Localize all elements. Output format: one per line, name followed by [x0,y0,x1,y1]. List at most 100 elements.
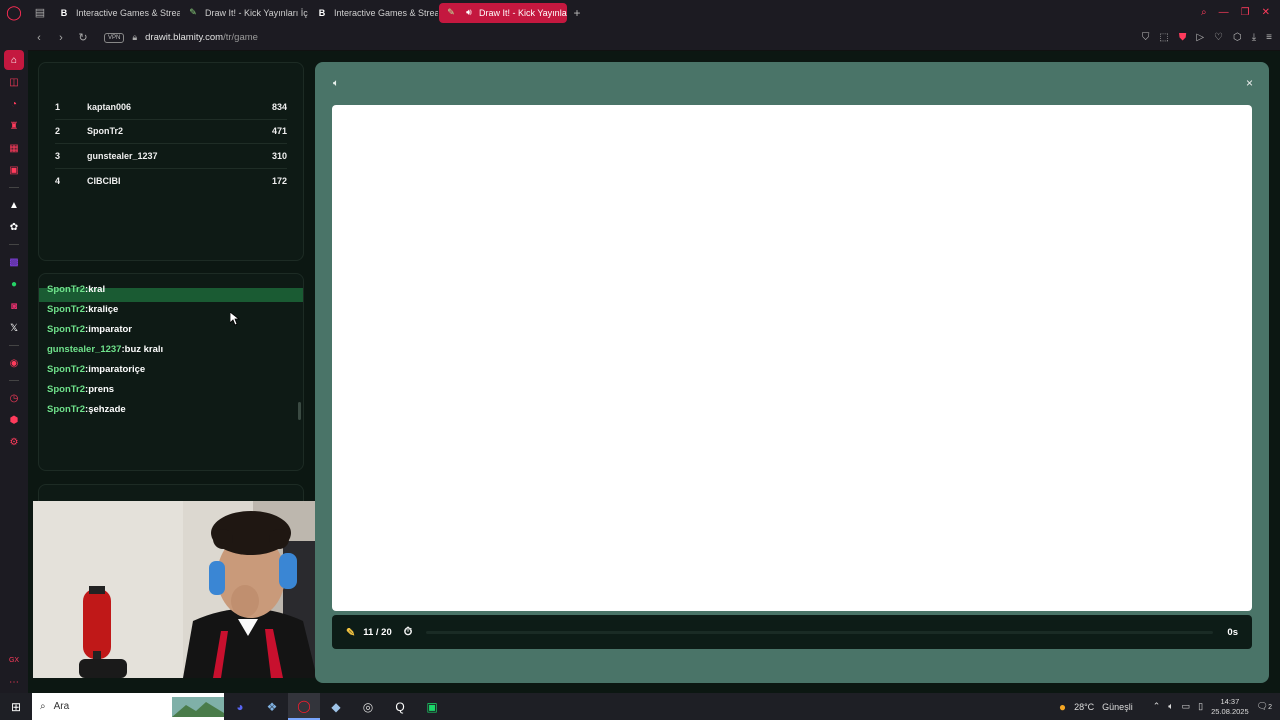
sun-icon: ● [1058,699,1067,714]
search-tabs-icon[interactable]: ⌕ [1201,7,1207,18]
chat-username: gunstealer_1237 [47,344,122,355]
display-icon[interactable]: ▯ [1198,701,1203,712]
opera-gx-icon[interactable]: ◯ [288,693,320,720]
sidebar-divider [9,244,19,245]
notification-count: 2 [1268,704,1272,711]
close-icon[interactable]: × [1246,76,1253,90]
windows-start-icon[interactable]: ⊞ [0,700,32,714]
discord-icon[interactable]: ◕ [224,693,256,720]
pencil-icon: ✎ [346,626,356,639]
reload-icon[interactable]: ↻ [74,31,92,44]
player-name: CIBCIBI [87,175,121,186]
gx-icon[interactable]: GX [4,650,24,670]
obs-icon[interactable]: ◎ [352,693,384,720]
heart-icon[interactable]: ♡ [1214,32,1223,43]
player-name: gunstealer_1237 [87,150,158,161]
taskbar-search[interactable]: ⌕ Ara [32,693,224,720]
clock[interactable]: 14:37 25.08.2025 [1211,697,1249,717]
drawing-canvas[interactable] [332,105,1252,611]
home-icon[interactable]: ⌂ [4,50,24,70]
network-icon[interactable]: ▭ [1182,701,1191,712]
instagram-icon[interactable]: ◙ [4,296,24,316]
blamity-icon: B [318,7,326,18]
player-name: kaptan006 [87,101,132,112]
chat-app-icon[interactable]: ▣ [416,693,448,720]
steam-icon[interactable]: ◆ [320,693,352,720]
timer-icon: ⏱︎ [403,625,413,638]
snapshot-icon[interactable]: ⬚ [1159,32,1168,43]
url-field[interactable]: drawit.blamity.com/tr/game [145,32,258,43]
minimize-icon[interactable]: — [1219,7,1229,18]
url-path: /tr/game [223,32,258,43]
notifications-icon[interactable]: 🗨︎2 [1257,701,1272,712]
gift-icon[interactable]: ♜ [4,116,24,136]
browser-sidebar: ⌂ ◫ ◔ ♜ ▦ ▣ ▲ ✿ ▩ ● ◙ 𝕏 ◉ ◷ ⬢ ⚙ GX ⋯ [0,45,28,693]
play-icon[interactable]: ▷ [1196,32,1204,43]
new-tab-button[interactable]: + [568,6,586,20]
blamity-icon: B [60,7,68,18]
chat-message: SponTr2:kraliçe [47,304,118,315]
clock-date: 25.08.2025 [1211,706,1249,716]
back-icon[interactable]: ‹ [30,32,48,44]
webcam-video [33,501,317,678]
sidebar-divider [9,345,19,346]
tab-label: Draw It! - Kick Yayınla [479,7,567,18]
tab-1[interactable]: B Interactive Games & Strea [52,3,180,23]
leaderboard-row: 1 kaptan006 834 [55,95,287,120]
volume-icon[interactable]: 🔈︎ [333,78,339,89]
volume-icon[interactable]: 🔈︎ [1168,701,1173,712]
workspaces-icon[interactable]: ▤ [28,0,52,25]
aria-icon[interactable]: ▲ [4,195,24,215]
timer-value: 0s [1227,626,1238,638]
calendar-icon[interactable]: ▣ [4,160,24,180]
shield-icon[interactable]: ⛊ [1179,32,1187,43]
chat-scrollbar[interactable] [298,402,301,420]
rank: 2 [55,126,61,137]
app-icon[interactable]: ❖ [256,693,288,720]
tab-4-active[interactable]: ✎ 🔊︎ Draw It! - Kick Yayınla [439,2,567,23]
weather-desc[interactable]: Güneşli [1102,702,1133,712]
chat-text: imparatoriçe [88,364,146,375]
clock-icon[interactable]: ◷ [4,388,24,408]
chatgpt-icon[interactable]: ✿ [4,217,24,237]
gamepad-icon[interactable]: ◫ [4,72,24,92]
chat-username: SponTr2 [47,284,86,295]
menu-icon[interactable]: ≡ [1266,32,1272,43]
opera-logo-icon[interactable]: ◯ [0,0,28,25]
bookmark-icon[interactable]: ⛉ [1142,32,1150,43]
forward-icon[interactable]: › [52,32,70,44]
sidebar-divider [9,187,19,188]
more-icon[interactable]: ⋯ [4,672,24,692]
leaderboard-row: 3 gunstealer_1237 310 [55,144,287,169]
cube-icon[interactable]: ⬢ [4,410,24,430]
search-placeholder: Ara [53,701,70,712]
news-icon[interactable]: ▦ [4,138,24,158]
chat-username: SponTr2 [47,364,86,375]
vpn-badge[interactable]: VPN [104,32,125,43]
extensions-icon[interactable]: ⬡ [1233,32,1242,43]
tab-3[interactable]: B Interactive Games & Strea [310,3,438,23]
maximize-icon[interactable]: ❐ [1241,7,1250,18]
chat-message: SponTr2:prens [47,384,114,395]
lock-icon[interactable]: 🔒︎ [132,32,137,43]
chevron-up-icon[interactable]: ⌃ [1153,701,1161,712]
weather-temp[interactable]: 28°C [1074,702,1094,712]
sidebar-divider [9,380,19,381]
spotify-icon[interactable]: ◉ [4,353,24,373]
twitch-icon[interactable]: ▩ [4,252,24,272]
guess-chat[interactable]: SponTr2:kral SponTr2:kraliçe SponTr2:imp… [38,273,304,471]
lens-icon[interactable]: Q [384,693,416,720]
tab-2[interactable]: ✎ Draw It! - Kick Yayınları İç [181,3,309,23]
speaker-icon[interactable]: 🔊︎ [463,7,475,19]
tab-label: Interactive Games & Strea [76,7,180,18]
download-icon[interactable]: ⤓ [1252,32,1256,43]
chat-message: SponTr2:imparator [47,324,132,335]
x-icon[interactable]: 𝕏 [4,318,24,338]
whatsapp-icon[interactable]: ● [4,274,24,294]
leaderboard-panel: 1 kaptan006 834 2 SponTr2 471 3 gunsteal… [38,62,304,261]
history-icon[interactable]: ◔ [4,94,24,114]
settings-icon[interactable]: ⚙ [4,432,24,452]
timer-progress [426,630,1214,634]
chat-text: kral [88,284,106,295]
close-window-icon[interactable]: ✕ [1262,7,1270,18]
